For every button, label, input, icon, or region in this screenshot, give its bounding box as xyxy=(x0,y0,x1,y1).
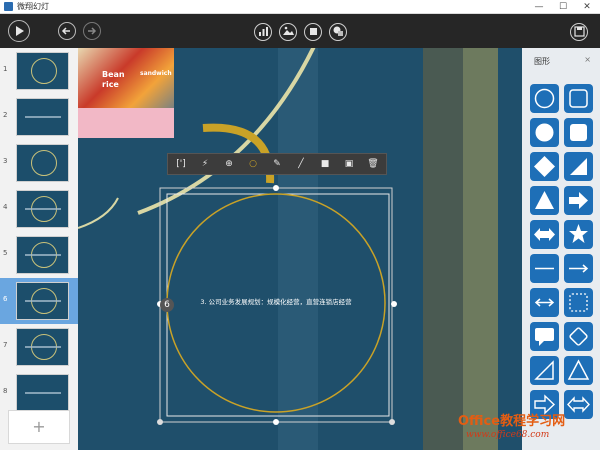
thumbnail-number: 8 xyxy=(3,387,8,395)
watermark-title: Office教程学习网 xyxy=(458,414,566,429)
send-back-icon[interactable]: ▣ xyxy=(338,156,360,173)
save-icon[interactable] xyxy=(570,23,588,41)
close-icon[interactable]: × xyxy=(584,55,591,64)
thumbnail-number: 6 xyxy=(3,295,8,303)
circle-shape[interactable] xyxy=(530,118,559,147)
star-shape[interactable] xyxy=(564,220,593,249)
thumbnail-image xyxy=(16,98,69,136)
add-slide-button[interactable]: + xyxy=(8,410,70,444)
stop-icon[interactable] xyxy=(304,23,322,41)
minimize-button[interactable]: — xyxy=(527,0,551,14)
pen-icon[interactable]: ✎ xyxy=(266,156,288,173)
effect-icon[interactable]: ⚡ xyxy=(194,156,216,173)
line-icon[interactable]: ╱ xyxy=(290,156,312,173)
thumbnail-image xyxy=(16,328,69,366)
shape-style-icon[interactable]: ○ xyxy=(242,156,264,173)
thumbnail-number: 7 xyxy=(3,341,8,349)
right-triangle-outline-shape[interactable] xyxy=(530,356,559,385)
selected-shape[interactable] xyxy=(78,48,522,450)
thumbnail-number: 3 xyxy=(3,157,8,165)
circle-outline-shape[interactable] xyxy=(530,84,559,113)
slide-thumbnail-4[interactable]: 4 xyxy=(0,186,78,232)
diamond-shape[interactable] xyxy=(530,152,559,181)
line-arrow-shape[interactable] xyxy=(564,254,593,283)
rounded-square-outline-shape[interactable] xyxy=(564,84,593,113)
slide-thumbnail-3[interactable]: 3 xyxy=(0,140,78,186)
dashed-square-shape[interactable] xyxy=(564,288,593,317)
thumbnail-image xyxy=(16,236,69,274)
thumbnail-image xyxy=(16,282,69,320)
slide-canvas[interactable]: Bean rice sandwich xyxy=(78,48,522,450)
slide-thumbnail-2[interactable]: 2 xyxy=(0,94,78,140)
watermark-url: www.office68.com xyxy=(466,430,550,440)
object-toolbar: ['] ⚡ ⊕ ○ ✎ ╱ ■ ▣ 🗑 xyxy=(167,153,387,175)
app-title: 微翔幻灯 xyxy=(17,2,49,11)
thumbnail-image xyxy=(16,144,69,182)
double-arrow-shape[interactable] xyxy=(530,220,559,249)
double-line-arrow-shape[interactable] xyxy=(530,288,559,317)
line-shape[interactable] xyxy=(530,254,559,283)
crop-icon[interactable]: ['] xyxy=(170,156,192,173)
right-triangle-shape[interactable] xyxy=(564,152,593,181)
thumbnail-image xyxy=(16,190,69,228)
thumbnail-number: 1 xyxy=(3,65,8,73)
watermark: Office教程学习网 www.office68.com xyxy=(440,402,600,450)
rounded-diamond-shape[interactable] xyxy=(564,322,593,351)
chart-icon[interactable] xyxy=(254,23,272,41)
delete-icon[interactable]: 🗑 xyxy=(362,156,384,173)
shape-icon[interactable] xyxy=(329,23,347,41)
shapes-panel: 图形 × xyxy=(522,48,600,450)
app-logo-icon xyxy=(4,2,13,11)
slide-text[interactable]: 3. 公司业务发展规划：规模化经营，直营连锁店经营 xyxy=(176,296,376,306)
zoom-icon[interactable]: ⊕ xyxy=(218,156,240,173)
slide-number-badge: 6 xyxy=(160,298,174,312)
triangle-shape[interactable] xyxy=(530,186,559,215)
redo-icon[interactable] xyxy=(83,22,101,40)
slide-thumbnail-7[interactable]: 7 xyxy=(0,324,78,370)
thumbnail-number: 4 xyxy=(3,203,8,211)
thumbnail-number: 2 xyxy=(3,111,8,119)
slide-thumbnail-5[interactable]: 5 xyxy=(0,232,78,278)
close-window-button[interactable]: ✕ xyxy=(575,0,599,14)
triangle-outline-shape[interactable] xyxy=(564,356,593,385)
title-bar: 微翔幻灯 — ☐ ✕ xyxy=(0,0,600,14)
right-arrow-shape[interactable] xyxy=(564,186,593,215)
thumbnail-image xyxy=(16,374,69,412)
image-icon[interactable] xyxy=(279,23,297,41)
play-icon[interactable] xyxy=(8,20,30,42)
slide-thumbnail-panel: 1 2 3 4 5 6 7 8 + xyxy=(0,48,78,450)
main-toolbar xyxy=(0,14,600,48)
rounded-square-shape[interactable] xyxy=(564,118,593,147)
speech-bubble-shape[interactable] xyxy=(530,322,559,351)
slide-thumbnail-6[interactable]: 6 xyxy=(0,278,78,324)
maximize-button[interactable]: ☐ xyxy=(551,0,575,14)
bring-front-icon[interactable]: ■ xyxy=(314,156,336,173)
thumbnail-image xyxy=(16,52,69,90)
thumbnail-number: 5 xyxy=(3,249,8,257)
shapes-panel-title: 图形 xyxy=(534,57,550,66)
undo-icon[interactable] xyxy=(58,22,76,40)
slide-thumbnail-1[interactable]: 1 xyxy=(0,48,78,94)
